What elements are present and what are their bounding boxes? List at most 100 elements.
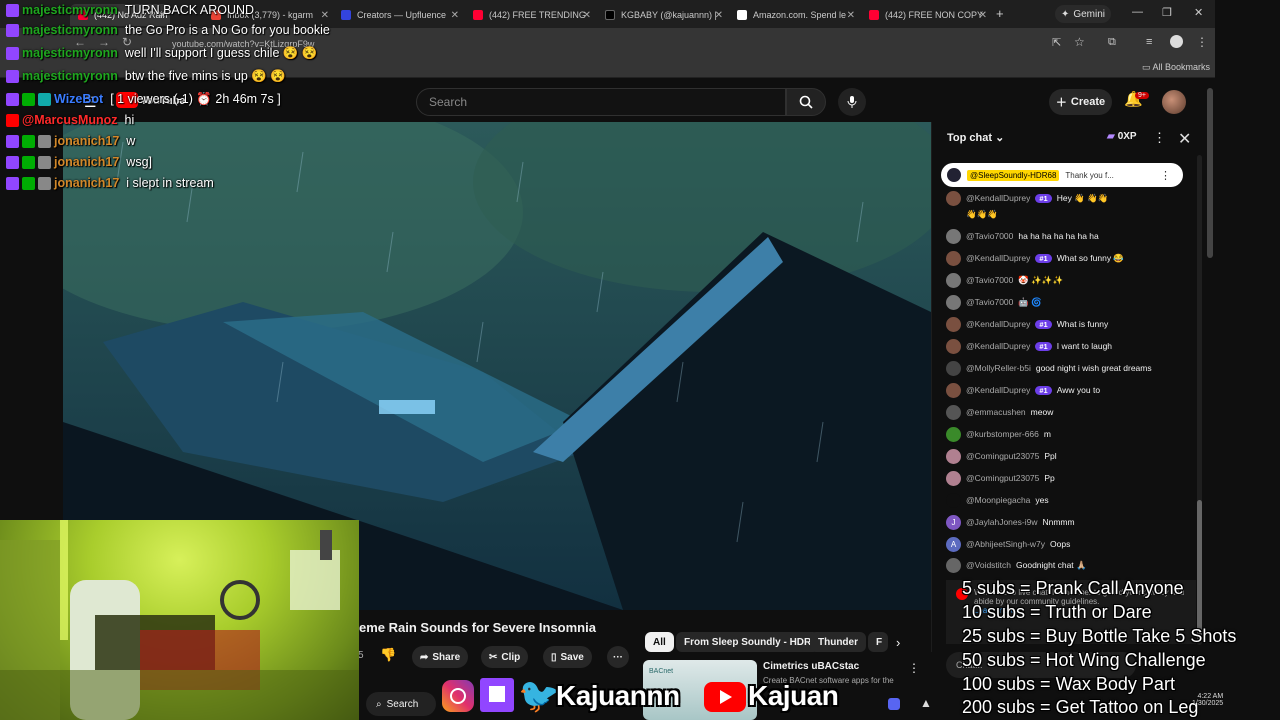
close-tab-icon[interactable]: ✕ — [583, 10, 591, 21]
browser-tab[interactable]: (442) FREE NON COPY ✕ — [861, 4, 991, 26]
menu-dots-icon[interactable]: ⋮ — [1160, 169, 1171, 182]
chat-message[interactable]: @KendallDuprey #1 What is funny — [946, 316, 1108, 332]
gemini-button[interactable]: ✦ Gemini — [1055, 5, 1111, 23]
close-tab-icon[interactable]: ✕ — [847, 10, 855, 21]
more-actions-button[interactable]: ··· — [607, 646, 629, 668]
tray-icon[interactable]: ▲ — [920, 696, 932, 710]
taskbar-clock[interactable]: 4:22 AM 1/30/2025 — [1192, 693, 1223, 707]
youtube-icon — [704, 682, 746, 712]
overlay-chat-line: majesticmyronn TURN BACK AROUND — [6, 0, 254, 20]
avatar — [946, 338, 961, 354]
close-window-icon[interactable]: ✕ — [1194, 6, 1203, 19]
upfluence-icon — [341, 10, 351, 20]
chat-message[interactable]: @Comingput23075 Ppl — [946, 448, 1057, 464]
chat-message[interactable]: J @JaylahJones-i9w Nnmmm — [946, 514, 1075, 530]
all-bookmarks[interactable]: ▭ All Bookmarks — [1142, 62, 1210, 73]
twitch-icon — [6, 92, 19, 106]
chat-message[interactable]: @emmacushen meow — [946, 404, 1053, 420]
pinned-message[interactable]: @SleepSoundly-HDR68 Thank you f... ⋮ — [941, 163, 1183, 187]
chevron-right-icon[interactable]: › — [896, 635, 900, 650]
menu-dots-icon[interactable]: ⋮ — [908, 661, 920, 675]
search-icon — [799, 95, 813, 109]
install-icon[interactable]: ⇱ — [1052, 36, 1061, 49]
chat-message[interactable]: @Moonpiegacha yes — [946, 492, 1049, 508]
twitch-icon — [6, 69, 19, 83]
avatar — [946, 190, 961, 206]
share-icon: ➦ — [420, 651, 429, 663]
chat-message[interactable]: @KendallDuprey #1 I want to laugh — [946, 338, 1112, 354]
chat-message[interactable]: @KendallDuprey #1 Aww you to — [946, 382, 1100, 398]
chat-mode-dropdown[interactable]: Top chat ⌄ — [947, 131, 1004, 144]
twitch-icon — [6, 23, 19, 37]
discord-icon[interactable] — [888, 698, 900, 710]
twitch-icon — [6, 134, 19, 148]
close-chat-icon[interactable]: ✕ — [1178, 129, 1191, 149]
close-tab-icon[interactable]: ✕ — [979, 10, 987, 21]
dislike-icon[interactable]: 👎 — [380, 647, 396, 663]
chip-thunder[interactable]: Thunder — [810, 632, 866, 652]
profile-icon[interactable] — [1170, 35, 1183, 48]
chat-message[interactable]: @Tavio7000 ha ha ha ha ha ha ha — [946, 228, 1099, 244]
chat-message[interactable]: @Tavio7000 🤖 🌀 — [946, 294, 1042, 310]
chat-message[interactable]: @kurbstomper-666 m — [946, 426, 1051, 442]
new-tab-button[interactable]: + — [996, 6, 1004, 21]
media-icon[interactable]: ≡ — [1146, 36, 1152, 48]
chip-all[interactable]: All — [645, 632, 674, 652]
folder-icon: ▭ — [1141, 62, 1151, 72]
sub-goal: 100 subs = Wax Body Part — [962, 674, 1175, 694]
close-tab-icon[interactable]: ✕ — [451, 10, 459, 21]
avatar — [946, 294, 961, 310]
minimize-icon[interactable]: — — [1132, 6, 1143, 18]
page-scrollbar-thumb[interactable] — [1207, 88, 1213, 258]
overlay-chat-line: jonanich17 w — [6, 131, 135, 151]
avatar[interactable] — [1162, 90, 1186, 114]
close-tab-icon[interactable]: ✕ — [321, 10, 329, 21]
notification-count-badge: 9+ — [1135, 92, 1149, 99]
bottom-search-button[interactable]: ⌕ Search — [366, 692, 436, 716]
video-title: eme Rain Sounds for Severe Insomnia — [359, 620, 596, 635]
clip-button[interactable]: ✂ Clip — [481, 646, 529, 668]
sub-goal: 25 subs = Buy Bottle Take 5 Shots — [962, 626, 1237, 646]
twitch-icon — [6, 155, 19, 169]
overlay-chat-line: majesticmyronn well I'll support I guess … — [6, 43, 318, 63]
chip-more[interactable]: F — [868, 632, 888, 652]
chat-message[interactable]: @KendallDuprey #1 Hey 👋 👋👋 — [946, 190, 1108, 206]
browser-tab[interactable]: Amazon.com. Spend le ✕ — [729, 4, 859, 26]
maximize-icon[interactable]: ❐ — [1162, 6, 1172, 19]
sub-goal: 200 subs = Get Tattoo on Leg — [962, 697, 1199, 717]
social-handle: Kajuan — [748, 680, 839, 711]
bot-icon — [38, 92, 51, 106]
share-button[interactable]: ➦ Share — [412, 646, 469, 668]
browser-tab[interactable]: (442) FREE TRENDING ✕ — [465, 4, 595, 26]
chat-message[interactable]: @Comingput23075 Pp — [946, 470, 1055, 486]
voice-search-button[interactable] — [838, 88, 866, 116]
xp-pill[interactable]: ▰ 0XP — [1107, 131, 1137, 142]
extensions-icon[interactable]: ⧉ — [1108, 36, 1116, 49]
overlay-chat-line: @MarcusMunoz hi — [6, 110, 134, 130]
chat-scrollbar-thumb[interactable] — [1197, 500, 1202, 640]
chat-message[interactable]: @Tavio7000 🤡 ✨✨✨ — [946, 272, 1063, 288]
instagram-icon — [442, 680, 474, 712]
chip-from-channel[interactable]: From Sleep Soundly - HDR — [676, 632, 820, 652]
search-button[interactable] — [786, 88, 826, 116]
chat-message[interactable]: @MollyReller-b5i good night i wish great … — [946, 360, 1152, 376]
save-button[interactable]: ▯ Save — [543, 646, 592, 668]
menu-dots-icon[interactable]: ⋮ — [1196, 35, 1208, 49]
chat-message[interactable]: A @AbhijeetSingh-w7y Oops — [946, 536, 1070, 552]
chat-message[interactable]: @Voidstitch Goodnight chat 🙏🏼 — [946, 557, 1087, 573]
microphone-icon — [847, 96, 857, 108]
browser-tab[interactable]: KGBABY (@kajuannn) | ✕ — [597, 4, 727, 26]
chat-message[interactable]: @KendallDuprey #1 What so funny 😂 — [946, 250, 1124, 266]
amazon-icon — [737, 10, 747, 20]
browser-tab[interactable]: Creators — Upfluence ✕ — [333, 4, 463, 26]
bookmark-star-icon[interactable]: ☆ — [1074, 35, 1085, 49]
moderator-icon — [22, 134, 35, 148]
close-tab-icon[interactable]: ✕ — [715, 10, 723, 21]
recommended-title[interactable]: Cimetrics uBACstac — [763, 661, 859, 672]
moderator-icon — [22, 176, 35, 190]
menu-dots-icon[interactable]: ⋮ — [1153, 130, 1166, 146]
search-input[interactable]: Search — [416, 88, 786, 116]
create-button[interactable]: ＋ Create — [1049, 89, 1112, 115]
avatar — [946, 228, 961, 244]
avatar — [946, 470, 961, 486]
